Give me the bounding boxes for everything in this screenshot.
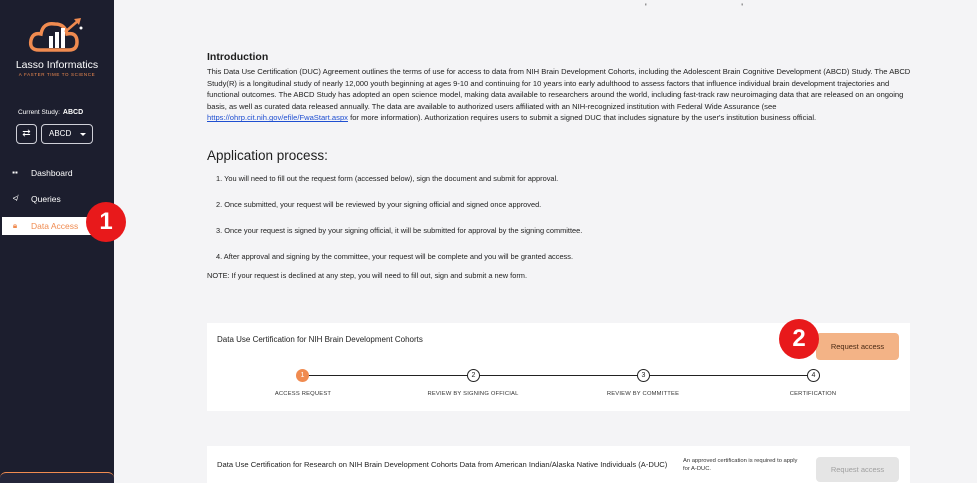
request-access-button[interactable]: Request access [816, 333, 899, 360]
application-step: 3. Once your request is signed by your s… [216, 226, 583, 235]
lock-icon: 🔒︎ [12, 221, 18, 230]
step-3-label: REVIEW BY COMMITTEE [606, 391, 680, 397]
duc-card-title: Data Use Certification for NIH Brain Dev… [217, 335, 423, 344]
current-study-value: ABCD [62, 109, 84, 116]
swap-arrows-icon: ⇄ [22, 128, 31, 139]
aduc-request-access-button[interactable]: Request access [816, 457, 899, 482]
step-4-circle: 4 [807, 369, 820, 382]
fwa-link[interactable]: https://ohrp.cit.nih.gov/efile/FwaStart.… [207, 113, 348, 122]
swap-study-button[interactable]: ⇄ [16, 124, 37, 144]
decline-note: NOTE: If your request is declined at any… [207, 271, 528, 280]
lasso-logo-icon [28, 18, 83, 52]
study-select[interactable]: ABCD [41, 124, 93, 144]
intro-text-part: for more information). Authorization req… [347, 113, 817, 123]
stepper-line [308, 375, 813, 376]
current-study: Current Study: ABCD [18, 109, 83, 116]
sidebar-footer [0, 472, 114, 483]
application-step: 2. Once submitted, your request will be … [216, 200, 542, 209]
step-3-circle: 3 [637, 369, 650, 382]
query-icon: ≮ [12, 194, 18, 203]
sidebar: Lasso Informatics A FASTER TIME TO SCIEN… [0, 0, 114, 483]
current-study-label: Current Study: [18, 109, 60, 116]
intro-text: This Data Use Certification (DUC) Agreem… [207, 66, 912, 124]
logo-name: Lasso Informatics [15, 59, 99, 71]
application-step: 4. After approval and signing by the com… [216, 252, 573, 261]
step-1-label: ACCESS REQUEST [274, 391, 332, 397]
intro-title: Introduction [207, 51, 269, 63]
aduc-card: Data Use Certification for Research on N… [207, 446, 910, 483]
sidebar-item-dashboard[interactable]: ▪▪ Dashboard [0, 164, 114, 182]
application-step: 1. You will need to fill out the request… [216, 174, 559, 183]
grid-icon: ▪▪ [12, 168, 18, 177]
aduc-card-title: Data Use Certification for Research on N… [217, 460, 668, 469]
application-title: Application process: [207, 148, 328, 163]
logo: Lasso Informatics A FASTER TIME TO SCIEN… [0, 16, 114, 77]
study-select-value: ABCD [49, 129, 72, 138]
logo-tagline: A FASTER TIME TO SCIENCE [18, 72, 96, 77]
top-marks: ' ' [645, 2, 789, 12]
sidebar-item-label: Data Access [31, 221, 79, 231]
sidebar-item-label: Queries [31, 194, 61, 204]
annotation-badge-2: 2 [779, 319, 819, 359]
aduc-requirement-note: An approved certification is required to… [683, 458, 798, 472]
chevron-down-icon [80, 133, 86, 136]
step-2-label: REVIEW BY SIGNING OFFICIAL [427, 391, 519, 397]
annotation-badge-1: 1 [86, 202, 126, 242]
step-4-label: CERTIFICATION [789, 391, 837, 397]
step-1-circle: 1 [296, 369, 309, 382]
sidebar-item-label: Dashboard [31, 168, 73, 178]
intro-text-part: This Data Use Certification (DUC) Agreem… [207, 67, 911, 111]
step-2-circle: 2 [467, 369, 480, 382]
